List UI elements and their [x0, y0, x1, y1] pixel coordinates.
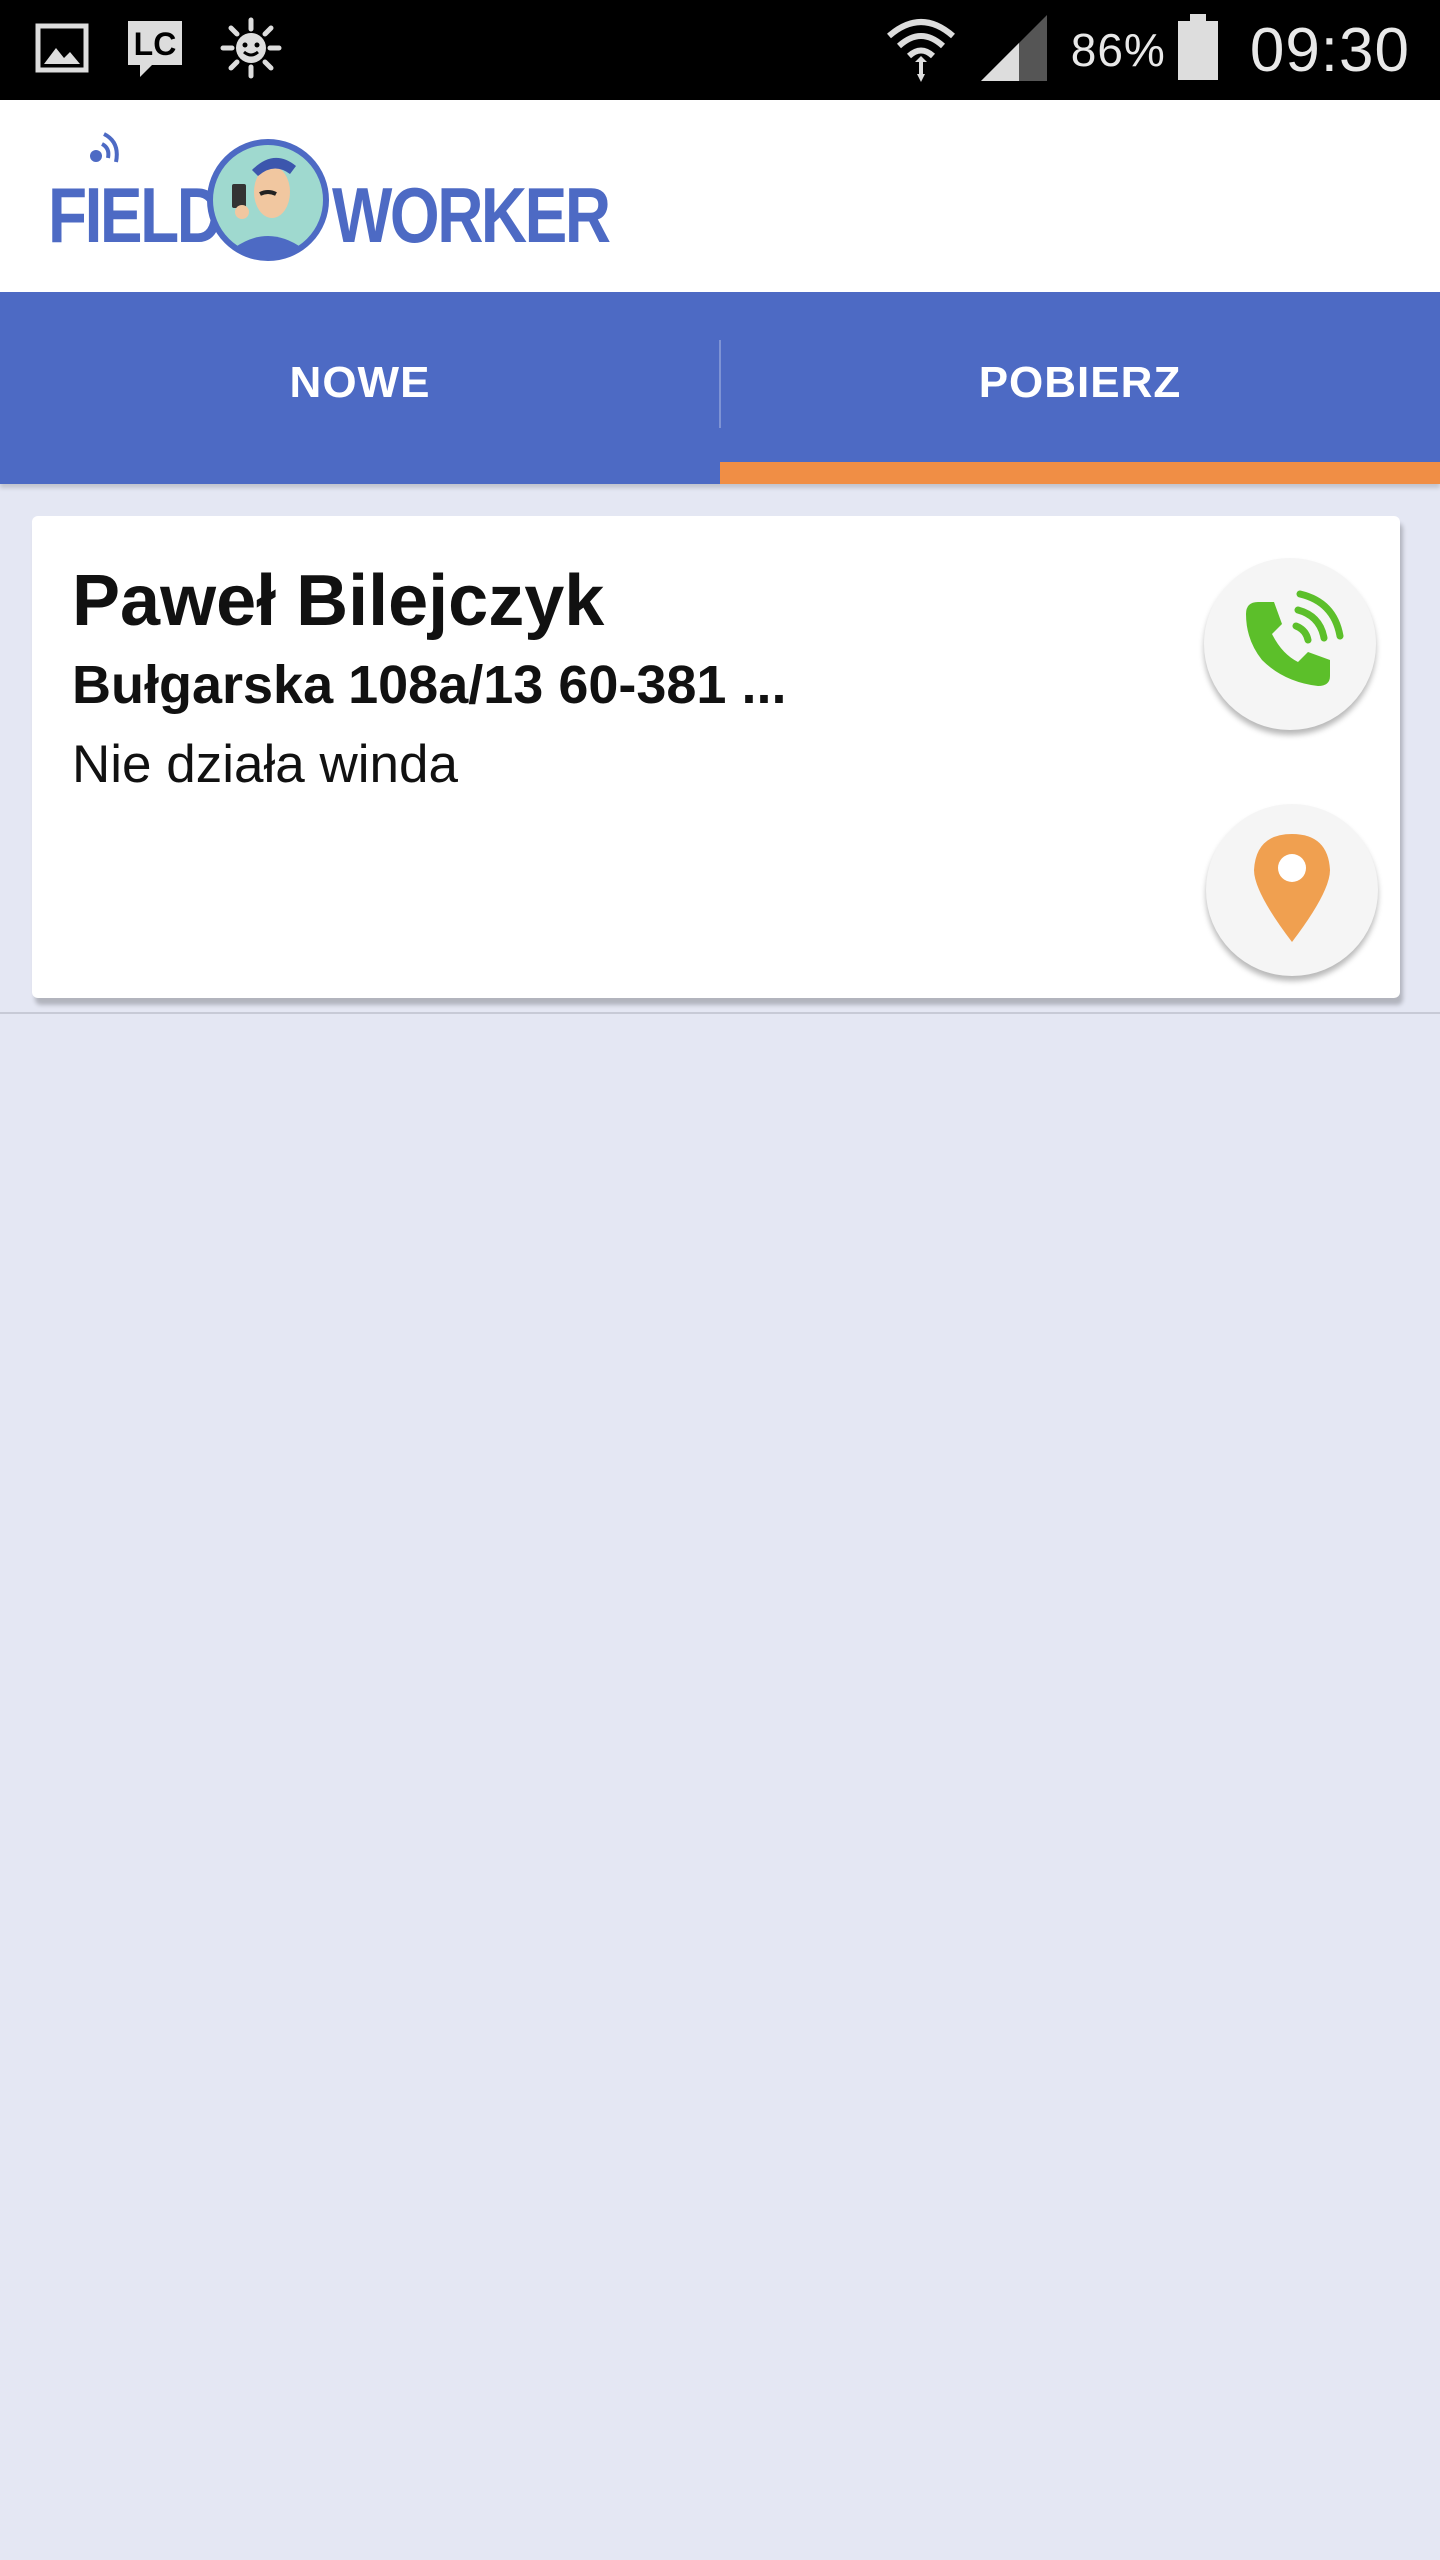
field-worker-logo: FIELD WORKER	[46, 130, 611, 261]
phone-call-icon	[1230, 582, 1350, 707]
tab-nowe[interactable]: NOWE	[0, 292, 720, 484]
customer-name: Paweł Bilejczyk	[72, 561, 605, 641]
settings-sun-icon	[220, 17, 282, 84]
task-card[interactable]: Paweł Bilejczyk Bułgarska 108a/13 60-381…	[32, 516, 1400, 998]
map-pin-icon	[1244, 828, 1340, 953]
signal-waves-icon	[82, 130, 122, 175]
tab-pobierz-label: POBIERZ	[978, 358, 1182, 407]
image-icon	[34, 20, 90, 81]
app-bar: FIELD WORKER	[0, 100, 1440, 292]
call-button[interactable]	[1204, 558, 1376, 730]
logo-text-worker: WORKER	[332, 171, 611, 259]
wifi-icon	[885, 12, 957, 89]
tab-bar: NOWE POBIERZ	[0, 292, 1440, 484]
map-location-button[interactable]	[1206, 804, 1378, 976]
battery-percent: 86%	[1070, 24, 1166, 76]
mascot-icon	[204, 136, 332, 269]
lc-notification-icon: LC	[124, 17, 186, 84]
clock: 09:30	[1249, 15, 1410, 85]
status-bar-system: 86% 09:30	[885, 10, 1410, 90]
battery-icon	[1176, 13, 1220, 87]
status-bar-notifications: LC	[34, 17, 282, 84]
list-divider	[0, 1012, 1440, 1014]
signal-icon	[979, 13, 1049, 88]
status-bar: LC 86% 09:30	[0, 0, 1440, 100]
tab-nowe-label: NOWE	[289, 358, 431, 407]
task-description: Nie działa winda	[72, 735, 458, 794]
svg-text:LC: LC	[134, 26, 177, 62]
logo-text-field: FIELD	[48, 171, 223, 259]
tab-pobierz[interactable]: POBIERZ	[720, 292, 1440, 484]
customer-address: Bułgarska 108a/13 60-381 ...	[72, 655, 787, 715]
tab-selected-indicator	[720, 462, 1440, 484]
